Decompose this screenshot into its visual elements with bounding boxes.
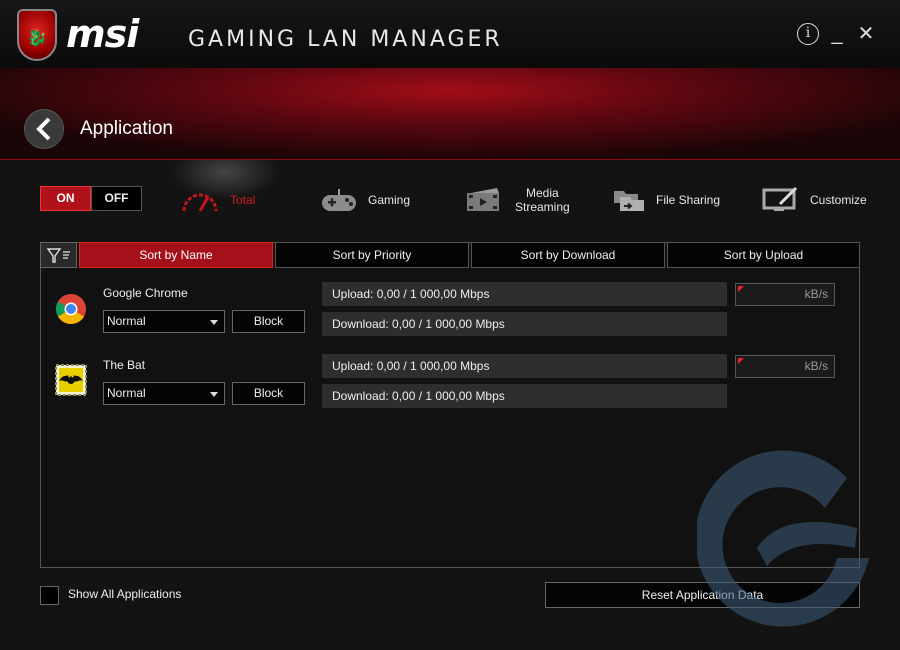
speedometer-icon xyxy=(182,193,218,212)
category-label: Gaming xyxy=(368,193,411,207)
priority-value: Normal xyxy=(107,314,146,328)
block-button[interactable]: Block xyxy=(232,310,305,333)
category-label: Media Streaming xyxy=(515,186,570,214)
upload-rate-bar: Upload: 0,00 / 1 000,00 Mbps xyxy=(322,354,727,378)
watermark-logo-icon xyxy=(697,450,869,627)
chevron-left-icon xyxy=(36,117,51,141)
gamepad-icon xyxy=(322,189,356,211)
category-file-sharing[interactable]: File Sharing xyxy=(612,180,720,220)
film-icon xyxy=(467,188,499,211)
file-sharing-icon xyxy=(614,191,644,211)
minimize-button[interactable]: _ xyxy=(826,23,848,45)
close-button[interactable]: ✕ xyxy=(855,23,877,45)
title-bar: 🐉 msi GAMING LAN MANAGER i _ ✕ xyxy=(0,0,900,68)
priority-value: Normal xyxy=(107,386,146,400)
download-rate-bar: Download: 0,00 / 1 000,00 Mbps xyxy=(322,312,727,336)
category-label: Total xyxy=(230,193,256,207)
off-toggle-button[interactable]: OFF xyxy=(91,186,142,211)
show-all-label: Show All Applications xyxy=(68,587,182,601)
category-media-streaming[interactable]: Media Streaming xyxy=(465,180,570,220)
category-total[interactable]: Total xyxy=(169,160,281,220)
category-label: File Sharing xyxy=(656,193,721,207)
bat-icon xyxy=(55,364,87,396)
header-band xyxy=(0,68,900,160)
sort-by-download-tab[interactable]: Sort by Download xyxy=(471,242,665,268)
sort-by-name-tab[interactable]: Sort by Name xyxy=(79,242,273,268)
app-name: The Bat xyxy=(103,358,146,372)
monitor-edit-icon xyxy=(762,186,798,211)
sort-by-priority-tab[interactable]: Sort by Priority xyxy=(275,242,469,268)
info-button[interactable]: i xyxy=(797,23,819,45)
priority-select[interactable]: Normal xyxy=(103,310,225,333)
bandwidth-limit-input[interactable]: kB/s xyxy=(735,355,835,378)
priority-select[interactable]: Normal xyxy=(103,382,225,405)
sort-by-upload-tab[interactable]: Sort by Upload xyxy=(667,242,860,268)
filter-button[interactable] xyxy=(40,242,77,268)
bandwidth-limit-input[interactable]: kB/s xyxy=(735,283,835,306)
filter-icon xyxy=(46,248,70,263)
caret-down-icon xyxy=(210,320,218,325)
page-title: Application xyxy=(80,118,173,139)
category-gaming[interactable]: Gaming xyxy=(320,180,410,220)
category-label: Customize xyxy=(810,193,867,207)
upload-rate-bar: Upload: 0,00 / 1 000,00 Mbps xyxy=(322,282,727,306)
app-title: GAMING LAN MANAGER xyxy=(188,27,503,52)
block-button[interactable]: Block xyxy=(232,382,305,405)
download-rate-bar: Download: 0,00 / 1 000,00 Mbps xyxy=(322,384,727,408)
show-all-checkbox[interactable] xyxy=(40,586,59,605)
chrome-icon xyxy=(55,293,87,325)
msi-dragon-logo-icon: 🐉 xyxy=(17,9,57,61)
category-customize[interactable]: Customize xyxy=(762,180,867,220)
caret-down-icon xyxy=(210,392,218,397)
on-toggle-button[interactable]: ON xyxy=(40,186,91,211)
back-button[interactable] xyxy=(24,109,64,149)
app-name: Google Chrome xyxy=(103,286,188,300)
brand-name: msi xyxy=(66,12,139,56)
